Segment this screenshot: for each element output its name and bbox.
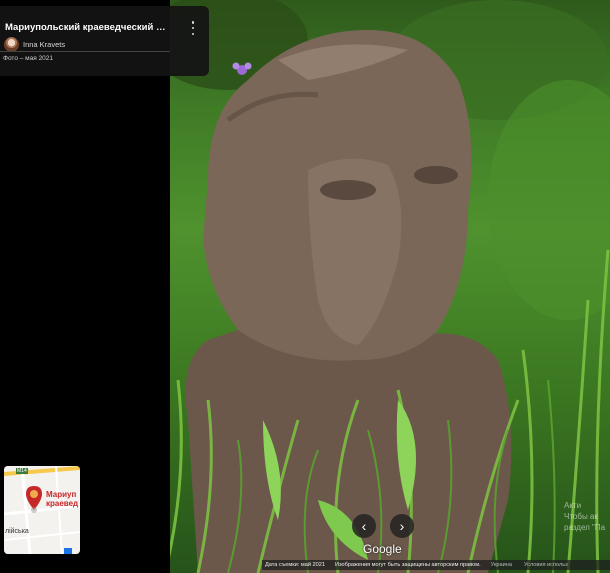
more-options-button[interactable] [187,20,199,36]
chevron-left-icon: ‹ [361,518,367,534]
map-road-badge: M14 [16,468,28,474]
prev-photo-button[interactable]: ‹ [352,514,376,538]
photo-scene [168,0,610,573]
street-view-photo[interactable] [168,0,610,573]
bottom-info-bar: Дата съемки: май 2021 Изображения могут … [262,560,610,570]
more-vert-icon [191,21,195,24]
map-street-label: лійська [5,528,29,535]
map-place-label-2: краевед [46,499,79,508]
terms-link[interactable]: Условия использ [524,562,568,568]
activation-watermark: Акти Чтобы ак раздел "Па [564,501,606,532]
minimap[interactable]: M14 Мариуп краевед лійська [4,466,80,554]
place-title[interactable]: Мариупольский краеведческий му... [5,22,170,33]
google-logo: Google [363,542,402,556]
next-photo-button[interactable]: › [390,514,414,538]
photo-date: Фото – мая 2021 [3,55,54,62]
map-place-label: Мариуп [46,490,77,499]
capture-date: Дата съемки: май 2021 [265,562,325,568]
divider [0,51,170,52]
author-name[interactable]: Inna Kravets [23,40,65,49]
chevron-right-icon: › [399,518,405,534]
minimap-graphic [4,466,80,554]
place-card: Мариупольский краеведческий му... Inna K… [0,6,209,76]
country-label: Украина [490,562,512,568]
copyright-notice: Изображения могут быть защищены авторски… [334,562,481,568]
avatar [4,36,19,52]
